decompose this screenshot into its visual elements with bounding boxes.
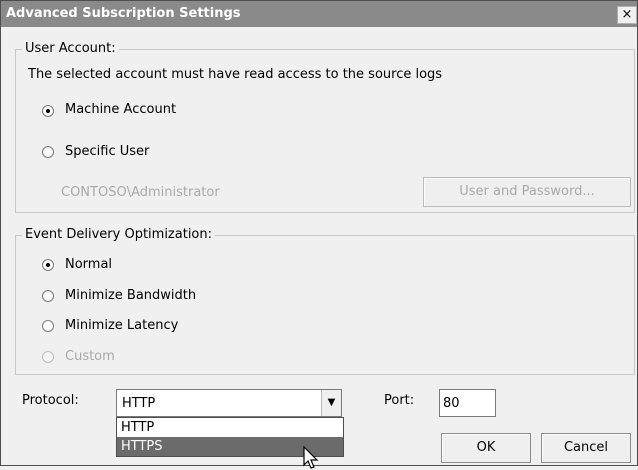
event-delivery-label: Event Delivery Optimization: (22, 227, 216, 242)
chevron-down-icon[interactable]: ▼ (321, 390, 341, 416)
radio-specific-user[interactable] (42, 146, 54, 158)
radio-machine-account[interactable] (42, 105, 54, 117)
radio-minimize-latency[interactable] (42, 320, 54, 332)
user-account-label: User Account: (22, 41, 119, 56)
radio-custom (42, 351, 54, 363)
protocol-select[interactable]: HTTP ▼ (116, 389, 342, 417)
account-name: CONTOSO\Administrator (61, 185, 220, 200)
port-field[interactable] (439, 389, 496, 417)
option-http[interactable]: HTTP (117, 418, 343, 437)
custom-label: Custom (65, 349, 115, 364)
normal-label[interactable]: Normal (65, 257, 112, 272)
user-password-button[interactable]: User and Password... (423, 177, 631, 207)
specific-user-label[interactable]: Specific User (65, 144, 149, 159)
protocol-label: Protocol: (22, 393, 79, 408)
mouse-pointer-icon (303, 446, 319, 469)
account-description: The selected account must have read acce… (28, 67, 443, 82)
port-input[interactable] (440, 390, 495, 416)
minimize-latency-label[interactable]: Minimize Latency (65, 318, 178, 333)
advanced-subscription-dialog: Advanced Subscription Settings × User Ac… (0, 0, 638, 469)
radio-normal[interactable] (42, 259, 54, 271)
window-title: Advanced Subscription Settings (6, 6, 241, 21)
close-icon[interactable]: × (617, 6, 637, 24)
port-label: Port: (384, 393, 415, 408)
title-bar: Advanced Subscription Settings × (1, 1, 637, 27)
radio-minimize-bandwidth[interactable] (42, 290, 54, 302)
cancel-button[interactable]: Cancel (541, 433, 631, 463)
minimize-bandwidth-label[interactable]: Minimize Bandwidth (65, 288, 196, 303)
ok-button[interactable]: OK (441, 433, 531, 463)
protocol-selected-value: HTTP (122, 396, 156, 411)
machine-account-label[interactable]: Machine Account (65, 102, 176, 117)
